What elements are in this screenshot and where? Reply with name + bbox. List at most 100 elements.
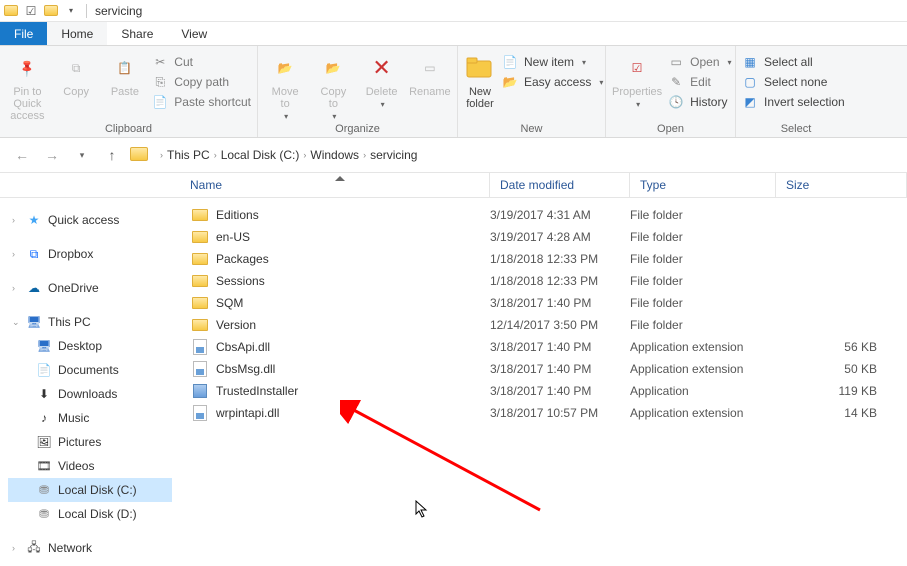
file-row[interactable]: wrpintapi.dll3/18/2017 10:57 PMApplicati… bbox=[180, 402, 907, 424]
back-button[interactable]: ← bbox=[10, 143, 34, 167]
new-folder-button[interactable]: New folder bbox=[464, 50, 496, 110]
pictures-icon: 🖼 bbox=[36, 434, 52, 450]
chevron-right-icon[interactable]: › bbox=[303, 150, 306, 160]
nav-onedrive[interactable]: ›☁OneDrive bbox=[8, 276, 172, 300]
nav-pictures[interactable]: 🖼Pictures bbox=[8, 430, 172, 454]
history-button[interactable]: 🕓History bbox=[668, 94, 731, 110]
select-none-button[interactable]: ▢Select none bbox=[742, 74, 845, 90]
file-row[interactable]: Editions3/19/2017 4:31 AMFile folder bbox=[180, 204, 907, 226]
chevron-right-icon[interactable]: › bbox=[214, 150, 217, 160]
history-dropdown[interactable]: ▾ bbox=[70, 143, 94, 167]
nav-videos[interactable]: 🎞Videos bbox=[8, 454, 172, 478]
copy-icon: ⧉ bbox=[60, 52, 92, 84]
file-row[interactable]: CbsMsg.dll3/18/2017 1:40 PMApplication e… bbox=[180, 358, 907, 380]
nav-desktop[interactable]: 🖥Desktop bbox=[8, 334, 172, 358]
folder-icon bbox=[4, 4, 18, 18]
chevron-down-icon: ▾ bbox=[332, 112, 336, 121]
column-size[interactable]: Size bbox=[776, 173, 907, 197]
file-name: CbsMsg.dll bbox=[216, 362, 490, 376]
file-date: 12/14/2017 3:50 PM bbox=[490, 318, 630, 332]
breadcrumb-segment[interactable]: servicing bbox=[370, 148, 417, 162]
rename-icon: ▭ bbox=[414, 52, 446, 84]
rename-button[interactable]: ▭ Rename bbox=[409, 50, 451, 98]
group-label-new: New bbox=[458, 123, 605, 137]
select-all-button[interactable]: ▦Select all bbox=[742, 54, 845, 70]
file-size: 56 KB bbox=[790, 340, 907, 354]
group-label-select: Select bbox=[736, 123, 856, 137]
copy-button[interactable]: ⧉ Copy bbox=[55, 50, 98, 98]
chevron-right-icon[interactable]: › bbox=[363, 150, 366, 160]
file-row[interactable]: CbsApi.dll3/18/2017 1:40 PMApplication e… bbox=[180, 336, 907, 358]
file-list: Editions3/19/2017 4:31 AMFile folderen-U… bbox=[180, 198, 907, 566]
file-name: Sessions bbox=[216, 274, 490, 288]
group-label-organize: Organize bbox=[258, 123, 457, 137]
file-type: File folder bbox=[630, 252, 790, 266]
chevron-right-icon: › bbox=[12, 215, 20, 225]
paste-shortcut-button[interactable]: 📄Paste shortcut bbox=[152, 94, 251, 110]
folder-icon bbox=[190, 229, 210, 245]
file-date: 3/18/2017 1:40 PM bbox=[490, 296, 630, 310]
up-button[interactable]: ↑ bbox=[100, 143, 124, 167]
file-date: 3/19/2017 4:31 AM bbox=[490, 208, 630, 222]
sort-ascending-icon bbox=[335, 176, 345, 181]
new-item-button[interactable]: 📄New item▾ bbox=[502, 54, 603, 70]
monitor-icon: 🖥 bbox=[26, 314, 42, 330]
delete-icon: ✕ bbox=[366, 52, 398, 84]
file-type: Application bbox=[630, 384, 790, 398]
column-date[interactable]: Date modified bbox=[490, 173, 630, 197]
qat-dropdown-icon[interactable]: ▾ bbox=[64, 4, 78, 18]
dll-icon bbox=[190, 361, 210, 377]
file-row[interactable]: SQM3/18/2017 1:40 PMFile folder bbox=[180, 292, 907, 314]
tab-share[interactable]: Share bbox=[107, 22, 167, 45]
tab-file[interactable]: File bbox=[0, 22, 47, 45]
nav-music[interactable]: ♪Music bbox=[8, 406, 172, 430]
open-icon: ▭ bbox=[668, 54, 684, 70]
file-date: 3/18/2017 1:40 PM bbox=[490, 384, 630, 398]
nav-documents[interactable]: 📄Documents bbox=[8, 358, 172, 382]
open-button[interactable]: ▭Open▾ bbox=[668, 54, 731, 70]
file-row[interactable]: Packages1/18/2018 12:33 PMFile folder bbox=[180, 248, 907, 270]
file-row[interactable]: en-US3/19/2017 4:28 AMFile folder bbox=[180, 226, 907, 248]
tab-home[interactable]: Home bbox=[47, 22, 107, 45]
easy-access-button[interactable]: 📂Easy access▾ bbox=[502, 74, 603, 90]
nav-quick-access[interactable]: ›★Quick access bbox=[8, 208, 172, 232]
pin-quick-access-button[interactable]: 📌 Pin to Quick access bbox=[6, 50, 49, 122]
nav-disk-d[interactable]: ⛃Local Disk (D:) bbox=[8, 502, 172, 526]
qat-checkbox-icon[interactable]: ☑ bbox=[24, 4, 38, 18]
breadcrumb-segment[interactable]: This PC bbox=[167, 148, 210, 162]
file-row[interactable]: Version12/14/2017 3:50 PMFile folder bbox=[180, 314, 907, 336]
column-type[interactable]: Type bbox=[630, 173, 776, 197]
nav-this-pc[interactable]: ⌄🖥This PC bbox=[8, 310, 172, 334]
nav-network[interactable]: ›🖧Network bbox=[8, 536, 172, 560]
copy-path-button[interactable]: ⎘Copy path bbox=[152, 74, 251, 90]
ribbon-tabs: File Home Share View bbox=[0, 22, 907, 46]
nav-disk-c[interactable]: ⛃Local Disk (C:) bbox=[8, 478, 172, 502]
properties-icon: ☑ bbox=[621, 52, 653, 84]
cut-button[interactable]: ✂Cut bbox=[152, 54, 251, 70]
nav-downloads[interactable]: ⬇Downloads bbox=[8, 382, 172, 406]
file-row[interactable]: Sessions1/18/2018 12:33 PMFile folder bbox=[180, 270, 907, 292]
delete-button[interactable]: ✕ Delete ▾ bbox=[361, 50, 403, 109]
move-to-icon: 📂 bbox=[269, 52, 301, 84]
invert-selection-button[interactable]: ◩Invert selection bbox=[742, 94, 845, 110]
breadcrumb-segment[interactable]: Local Disk (C:) bbox=[221, 148, 300, 162]
tab-view[interactable]: View bbox=[167, 22, 221, 45]
paste-button[interactable]: 📋 Paste bbox=[104, 50, 147, 98]
navigation-pane: ›★Quick access ›⧉Dropbox ›☁OneDrive ⌄🖥Th… bbox=[0, 198, 180, 566]
file-type: File folder bbox=[630, 274, 790, 288]
properties-button[interactable]: ☑ Properties ▾ bbox=[612, 50, 662, 109]
dropbox-icon: ⧉ bbox=[26, 246, 42, 262]
chevron-right-icon: › bbox=[12, 249, 20, 259]
chevron-right-icon[interactable]: › bbox=[160, 150, 163, 160]
forward-button[interactable]: → bbox=[40, 143, 64, 167]
folder-icon bbox=[190, 273, 210, 289]
file-name: Version bbox=[216, 318, 490, 332]
breadcrumb-segment[interactable]: Windows bbox=[310, 148, 359, 162]
copy-to-button[interactable]: 📂 Copy to ▾ bbox=[312, 50, 354, 121]
file-name: SQM bbox=[216, 296, 490, 310]
nav-dropbox[interactable]: ›⧉Dropbox bbox=[8, 242, 172, 266]
edit-button[interactable]: ✎Edit bbox=[668, 74, 731, 90]
file-row[interactable]: TrustedInstaller3/18/2017 1:40 PMApplica… bbox=[180, 380, 907, 402]
move-to-button[interactable]: 📂 Move to ▾ bbox=[264, 50, 306, 121]
chevron-right-icon: › bbox=[12, 283, 20, 293]
